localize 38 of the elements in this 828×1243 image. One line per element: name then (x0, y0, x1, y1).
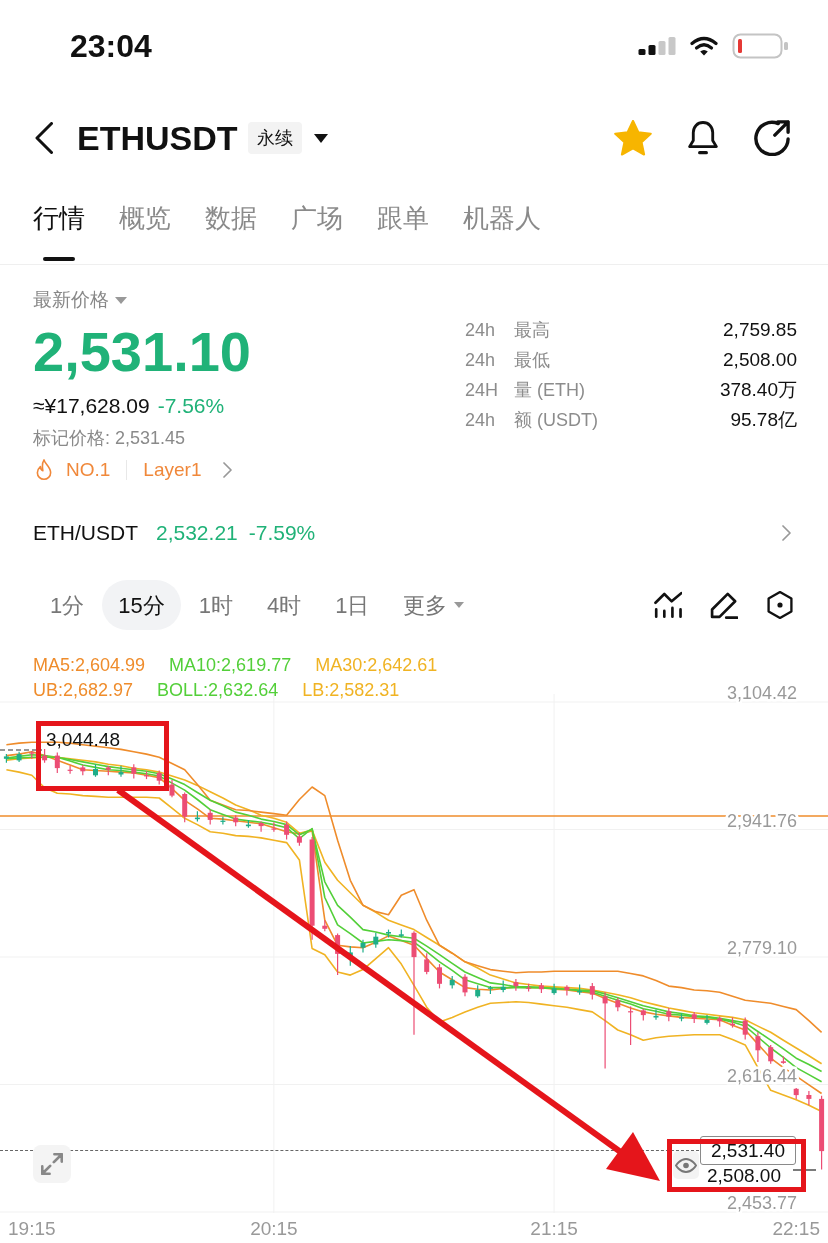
symbol-title: ETHUSDT (77, 118, 238, 159)
indicator-value: UB:2,682.97 (33, 679, 134, 702)
low-price-label: 2,508.00 (707, 1166, 781, 1186)
stat-period: 24H (465, 379, 500, 402)
stat-value: 2,508.00 (723, 348, 797, 372)
stat-label: 最低 (514, 349, 550, 372)
x-axis-label: 19:15 (8, 1218, 56, 1239)
indicator-value: MA5:2,604.99 (33, 654, 146, 677)
stat-value: 95.78亿 (730, 408, 797, 432)
pair-name: ETH/USDT (33, 520, 138, 547)
price-label: 最新价格 (33, 288, 109, 312)
stat-period: 24h (465, 409, 497, 432)
stat-label: 额 (USDT) (514, 409, 598, 432)
stat-period: 24h (465, 319, 497, 342)
x-axis-label: 20:15 (250, 1218, 298, 1239)
last-price: 2,531.10 (33, 319, 251, 385)
y-axis-label: 2,779.10 (726, 938, 797, 958)
stat-value: 2,759.85 (723, 318, 797, 342)
stat-period: 24h (465, 349, 497, 372)
indicator-value: LB:2,582.31 (302, 679, 400, 702)
high-price-label: 3,044.48 (46, 729, 120, 750)
indicator-value: MA10:2,619.77 (169, 654, 292, 677)
status-time: 23:04 (70, 27, 152, 66)
y-axis-label: 3,104.42 (726, 683, 797, 703)
y-axis-label: 2,453.77 (726, 1193, 797, 1213)
change-percent: -7.56% (157, 393, 225, 419)
contract-badge: 永续 (247, 122, 302, 154)
spot-change: -7.59% (248, 520, 316, 547)
stat-value: 378.40万 (719, 378, 797, 402)
stat-label: 量 (ETH) (514, 379, 585, 402)
indicator-value: MA30:2,642.61 (315, 654, 438, 677)
spot-price: 2,532.21 (156, 520, 238, 547)
fiat-price: ≈¥17,628.09 (33, 393, 150, 419)
mark-price: 标记价格: 2,531.45 (33, 427, 186, 450)
indicator-value: BOLL:2,632.64 (157, 679, 279, 702)
stat-label: 最高 (514, 319, 550, 342)
x-axis-label: 21:15 (530, 1218, 578, 1239)
x-axis-label: 22:15 (772, 1218, 820, 1239)
